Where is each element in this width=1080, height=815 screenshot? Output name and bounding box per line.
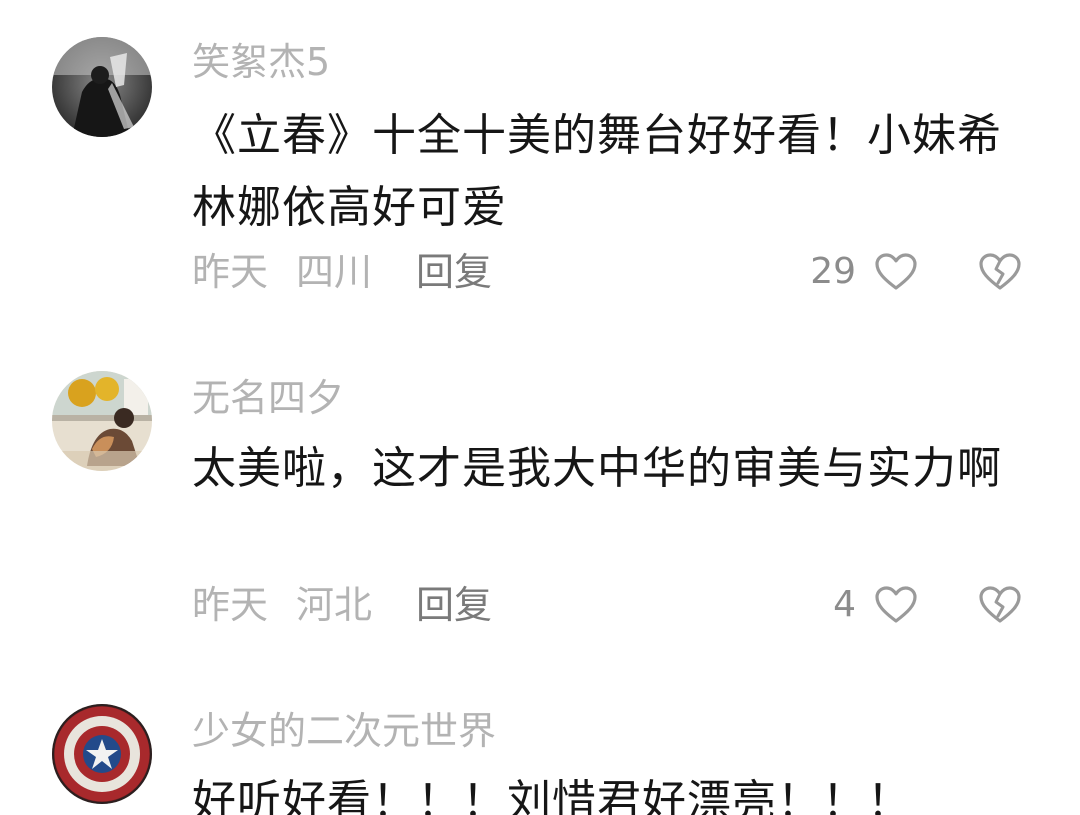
like-count: 4 (833, 584, 856, 625)
username[interactable]: 少女的二次元世界 (192, 706, 496, 756)
comment-meta: 昨天 四川 回复 29 (192, 245, 1032, 299)
comment-date: 昨天 (192, 250, 269, 294)
comment-text: 太美啦，这才是我大中华的审美与实力啊 (192, 443, 1002, 494)
username[interactable]: 无名四夕 (192, 373, 344, 423)
comment-item: 无名四夕 太美啦，这才是我大中华的审美与实力啊 昨天 河北 回复 4 (0, 330, 1080, 680)
avatar[interactable] (52, 704, 152, 804)
reply-button[interactable]: 回复 (416, 578, 492, 632)
heart-outline-icon[interactable] (874, 585, 918, 625)
avatar[interactable] (52, 371, 152, 471)
comment-list: 笑絮杰5 《立春》十全十美的舞台好好看！小妹希林娜依高好可爱 昨天 四川 回复 … (0, 0, 1080, 815)
broken-heart-icon[interactable] (978, 252, 1022, 292)
comment-item: 少女的二次元世界 好听好看！！！刘惜君好漂亮！！！ (0, 680, 1080, 815)
shield-avatar-image (52, 704, 152, 804)
comment-region: 河北 (296, 583, 373, 627)
comment-date: 昨天 (192, 583, 269, 627)
comment-region: 四川 (296, 250, 373, 294)
comment-meta: 昨天 河北 回复 4 (192, 578, 1032, 632)
avatar[interactable] (52, 37, 152, 137)
user-avatar-image (52, 37, 152, 137)
comment-text: 《立春》十全十美的舞台好好看！小妹希林娜依高好可爱 (192, 110, 1002, 233)
username[interactable]: 笑絮杰5 (192, 37, 330, 87)
broken-heart-icon[interactable] (978, 585, 1022, 625)
reply-button[interactable]: 回复 (416, 245, 492, 299)
user-avatar-image (52, 371, 152, 471)
heart-outline-icon[interactable] (874, 252, 918, 292)
comment-text: 好听好看！！！刘惜君好漂亮！！！ (192, 776, 912, 815)
comment-item: 笑絮杰5 《立春》十全十美的舞台好好看！小妹希林娜依高好可爱 昨天 四川 回复 … (0, 0, 1080, 330)
like-count: 29 (810, 251, 856, 292)
